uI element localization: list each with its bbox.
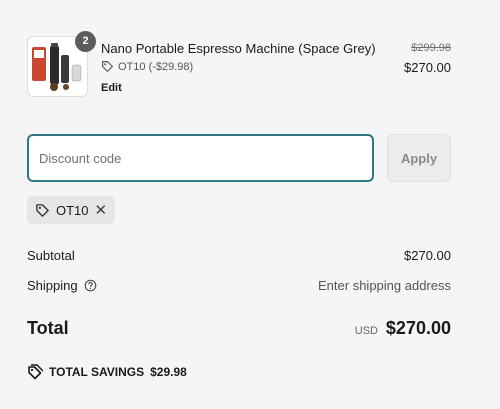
tag-icon	[102, 61, 113, 72]
product-name: Nano Portable Espresso Machine (Space Gr…	[101, 41, 376, 56]
remove-code-close-icon[interactable]: ✕	[95, 203, 108, 218]
product-discount: OT10 (-$29.98)	[101, 60, 193, 73]
original-price: $299.98	[411, 42, 451, 54]
total-row: Total USD $270.00	[27, 318, 451, 339]
subtotal-row: Subtotal $270.00	[27, 248, 451, 263]
savings-label: TOTAL SAVINGS	[49, 365, 145, 379]
quantity-badge: 2	[75, 31, 96, 52]
apply-button[interactable]: Apply	[387, 134, 451, 182]
total-value: $270.00	[385, 318, 451, 338]
edit-link[interactable]: Edit	[101, 82, 122, 94]
applied-code-chip: OT10 ✕	[27, 196, 116, 224]
line-price: $270.00	[404, 60, 451, 75]
line-item: 2 Nano Portable Espresso Machine (Space …	[27, 31, 451, 98]
discount-code-input[interactable]	[27, 134, 374, 182]
total-savings: TOTAL SAVINGS $29.98	[27, 364, 187, 380]
help-circle-icon[interactable]	[84, 279, 97, 292]
total-label: Total	[27, 318, 69, 338]
subtotal-value: $270.00	[404, 248, 451, 263]
applied-code-label: OT10	[56, 202, 89, 218]
savings-tag-icon	[28, 364, 43, 380]
shipping-label: Shipping	[27, 278, 78, 293]
shipping-label-group: Shipping	[27, 278, 97, 293]
shipping-value: Enter shipping address	[318, 278, 451, 293]
product-thumbnail: 2	[27, 31, 96, 97]
savings-value: $29.98	[150, 365, 187, 379]
product-discount-label: OT10 (-$29.98)	[118, 60, 194, 73]
total-amount-group: USD $270.00	[355, 318, 451, 339]
subtotal-label: Subtotal	[27, 248, 75, 263]
tag-icon	[36, 203, 49, 217]
shipping-row: Shipping Enter shipping address	[27, 278, 451, 293]
currency-code: USD	[354, 325, 378, 337]
